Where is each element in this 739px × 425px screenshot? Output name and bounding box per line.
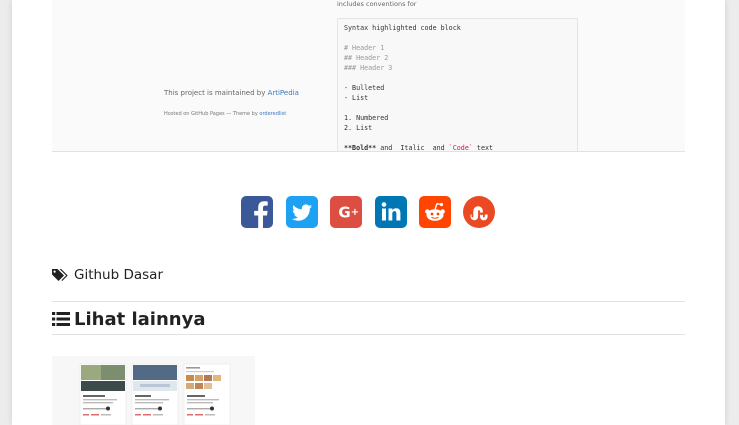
see-more-heading: Lihat lainnya [52,307,205,331]
maintainer-link: ArtiPedia [267,89,299,97]
code-sample-box: Syntax highlighted code block # Header 1… [337,18,578,152]
share-reddit-button[interactable] [419,196,451,228]
hosted-on-text: Hosted on GitHub Pages — Theme by ordere… [164,111,286,117]
divider [52,301,685,302]
list-icon [52,312,70,326]
code-line-formatting: **Bold** and _Italic_ and `Code` text [344,143,494,152]
svg-text:+: + [351,207,359,218]
see-more-title: Lihat lainnya [74,308,206,330]
theme-preview-image [52,356,255,425]
share-facebook-button[interactable] [241,196,273,228]
share-linkedin-button[interactable] [375,196,407,228]
tag-link[interactable]: Github Dasar [74,267,163,283]
code-and: and [428,144,449,152]
code-and: and [376,144,397,152]
linkedin-icon [375,196,407,228]
share-stumbleupon-button[interactable] [463,196,495,228]
tags-icon [52,269,68,281]
code-line: ## Header 2 [344,54,389,62]
maintained-prefix: This project is maintained by [164,89,268,97]
facebook-icon [241,196,273,228]
divider [52,334,685,335]
hosted-prefix: Hosted on GitHub Pages — Theme by [164,111,260,117]
code-title: Syntax highlighted code block [344,24,461,32]
svg-text:G: G [338,204,350,222]
code-line: - Bulleted [344,84,385,92]
code-line: # Header 1 [344,44,385,52]
code-line: 2. List [344,124,373,132]
code-italic: _Italic_ [396,144,429,152]
code-line: ### Header 3 [344,64,393,72]
page-content: includes conventions for This project is… [12,0,725,425]
share-twitter-button[interactable] [286,196,318,228]
google-plus-icon: G + [330,196,362,228]
code-line: 1. Numbered [344,114,389,122]
reddit-icon [419,196,451,228]
code-line: - List [344,94,369,102]
related-post-thumbnail[interactable] [52,356,255,425]
code-bold: **Bold** [344,144,377,152]
maintained-by-text: This project is maintained by ArtiPedia [164,89,299,97]
theme-link: orderedlist [259,111,287,117]
stumbleupon-icon [463,196,495,228]
code-tail: text [472,144,494,152]
article-preview-image: includes conventions for This project is… [52,0,685,152]
share-google-plus-button[interactable]: G + [330,196,362,228]
code-inline: `Code` [448,144,473,152]
code-lines: Syntax highlighted code block # Header 1… [344,23,494,152]
post-tags: Github Dasar [52,266,163,284]
twitter-icon [286,196,318,228]
preview-top-note: includes conventions for [337,0,417,8]
